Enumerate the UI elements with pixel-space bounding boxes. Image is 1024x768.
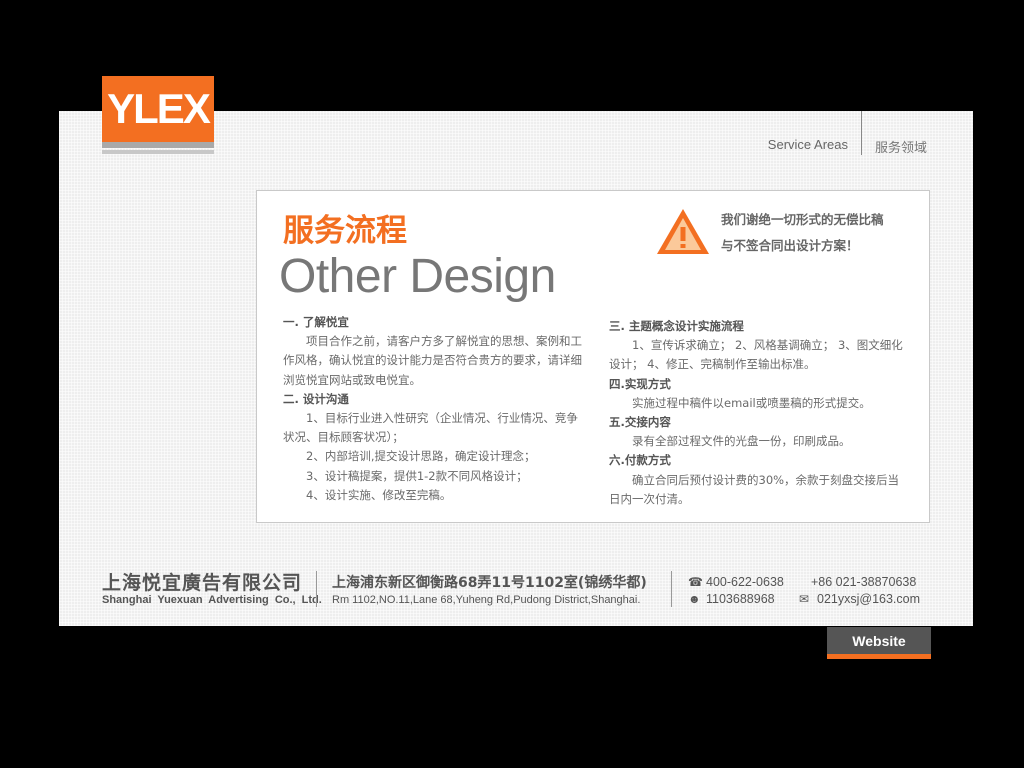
phone-icon: ☎ bbox=[688, 575, 703, 589]
section-heading: 六.付款方式 bbox=[609, 453, 671, 468]
qq-icon: ☻ bbox=[688, 592, 701, 606]
ylex-logo[interactable]: YLEX bbox=[102, 76, 214, 142]
section-heading: 二. 设计沟通 bbox=[283, 391, 349, 406]
website-button[interactable]: Website bbox=[827, 627, 931, 659]
company-name-en: Shanghai Yuexuan Advertising Co., Ltd. bbox=[102, 594, 322, 606]
service-process-card: 服务流程 Other Design 我们谢绝一切形式的无偿比稿 与不签合同出设计… bbox=[256, 190, 930, 523]
logo-shadow-lower bbox=[102, 150, 214, 154]
section-heading: 一. 了解悦宜 bbox=[283, 315, 349, 329]
notice-line-2: 与不签合同出设计方案！ bbox=[721, 238, 859, 253]
section-paragraph: 1、目标行业进入性研究（企业情况、行业情况、竞争状况、目标顾客状况）； bbox=[283, 411, 578, 445]
section-paragraph: 确立合同后预付设计费的30%，余款于刻盘交接后当日内一次付清。 bbox=[609, 472, 900, 506]
section-heading: 四.实现方式 bbox=[609, 376, 671, 391]
footer-divider-2 bbox=[671, 571, 672, 607]
section-paragraph: 项目合作之前，请客户方多了解悦宜的思想、案例和工作风格，确认悦宜的设计能力是否符… bbox=[283, 334, 582, 387]
contact-tel: +86 021-38870638 bbox=[811, 575, 916, 589]
section-paragraph: 实施过程中稿件以email或喷墨稿的形式提交。 bbox=[632, 395, 871, 410]
nav-service-areas-en[interactable]: Service Areas bbox=[768, 137, 848, 152]
section-paragraph: 4、设计实施、修改至完稿。 bbox=[306, 487, 452, 502]
process-column-left: 一. 了解悦宜项目合作之前，请客户方多了解悦宜的思想、案例和工作风格，确认悦宜的… bbox=[283, 313, 583, 505]
footer-divider bbox=[316, 571, 317, 607]
logo-shadow bbox=[102, 142, 214, 148]
warning-triangle-icon bbox=[657, 209, 709, 254]
qq-number: 1103688968 bbox=[706, 592, 775, 606]
process-column-right: 三. 主题概念设计实施流程 1、宣传诉求确立； 2、风格基调确立； 3、图文细化设… bbox=[609, 317, 909, 509]
email-address[interactable]: 021yxsj@163.com bbox=[817, 592, 920, 606]
contact-phone: ☎ 400-622-0638 bbox=[688, 575, 784, 589]
section-paragraph: 2、内部培训,提交设计思路，确定设计理念； bbox=[306, 449, 536, 464]
nav-service-areas-zh[interactable]: 服务领域 bbox=[875, 137, 927, 156]
mail-icon: ✉ bbox=[799, 592, 810, 606]
section-paragraph: 1、宣传诉求确立； 2、风格基调确立； 3、图文细化设计； 4、修正、完稿制作至… bbox=[609, 338, 903, 372]
address-zh: 上海浦东新区御衡路68弄11号1102室(锦绣华都) bbox=[332, 575, 647, 591]
page-title-zh: 服务流程 bbox=[283, 213, 407, 249]
phone-number: 400-622-0638 bbox=[706, 575, 784, 589]
section-heading: 三. 主题概念设计实施流程 bbox=[609, 319, 744, 333]
company-name-zh: 上海悦宜廣告有限公司 bbox=[102, 572, 303, 594]
section-paragraph: 3、设计稿提案，提供1-2款不同风格设计； bbox=[306, 468, 528, 483]
address-en: Rm 1102,NO.11,Lane 68,Yuheng Rd,Pudong D… bbox=[332, 594, 641, 606]
section-paragraph: 录有全部过程文件的光盘一份，印刷成品。 bbox=[632, 434, 851, 449]
no-free-pitch-notice: 我们谢绝一切形式的无偿比稿 与不签合同出设计方案！ bbox=[721, 207, 921, 259]
contact-qq: ☻ 1103688968 bbox=[688, 592, 775, 606]
page-title-en: Other Design bbox=[279, 250, 556, 303]
section-heading: 五.交接内容 bbox=[609, 415, 671, 430]
notice-line-1: 我们谢绝一切形式的无偿比稿 bbox=[721, 212, 884, 227]
contact-email[interactable]: ✉ 021yxsj@163.com bbox=[799, 592, 920, 606]
tel-number: +86 021-38870638 bbox=[811, 575, 917, 589]
nav-divider bbox=[861, 111, 862, 155]
